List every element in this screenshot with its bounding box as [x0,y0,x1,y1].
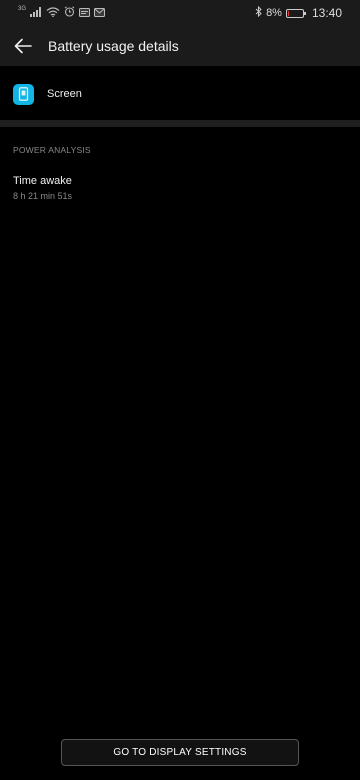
notification-icon [79,4,91,22]
time-awake-value: 8 h 21 min 51s [13,191,73,201]
screen-icon [13,83,34,105]
app-bar: Battery usage details [0,26,360,66]
go-to-display-settings-button[interactable]: GO TO DISPLAY SETTINGS [61,739,299,766]
battery-percent: 8% [266,7,282,19]
clock: 13:40 [311,6,342,20]
app-row-screen: Screen [0,72,360,116]
section-header-power-analysis: POWER ANALYSIS [13,145,91,155]
battery-icon [285,8,306,18]
wifi-icon [46,4,60,22]
status-bar: 3G 8% 13:40 [0,0,360,26]
alarm-icon [64,4,75,22]
mail-icon [94,4,106,22]
signal-icon [30,4,42,22]
status-bar-right: 8% 13:40 [255,4,342,22]
app-label: Screen [47,88,82,100]
back-arrow-icon[interactable] [0,26,46,66]
status-bar-left: 3G [18,4,106,22]
page-title: Battery usage details [48,38,179,54]
battery-level-fill [287,10,289,16]
time-awake-label: Time awake [13,175,72,187]
network-type: 3G [18,6,27,12]
section-divider [0,120,360,127]
bluetooth-icon [255,4,262,22]
